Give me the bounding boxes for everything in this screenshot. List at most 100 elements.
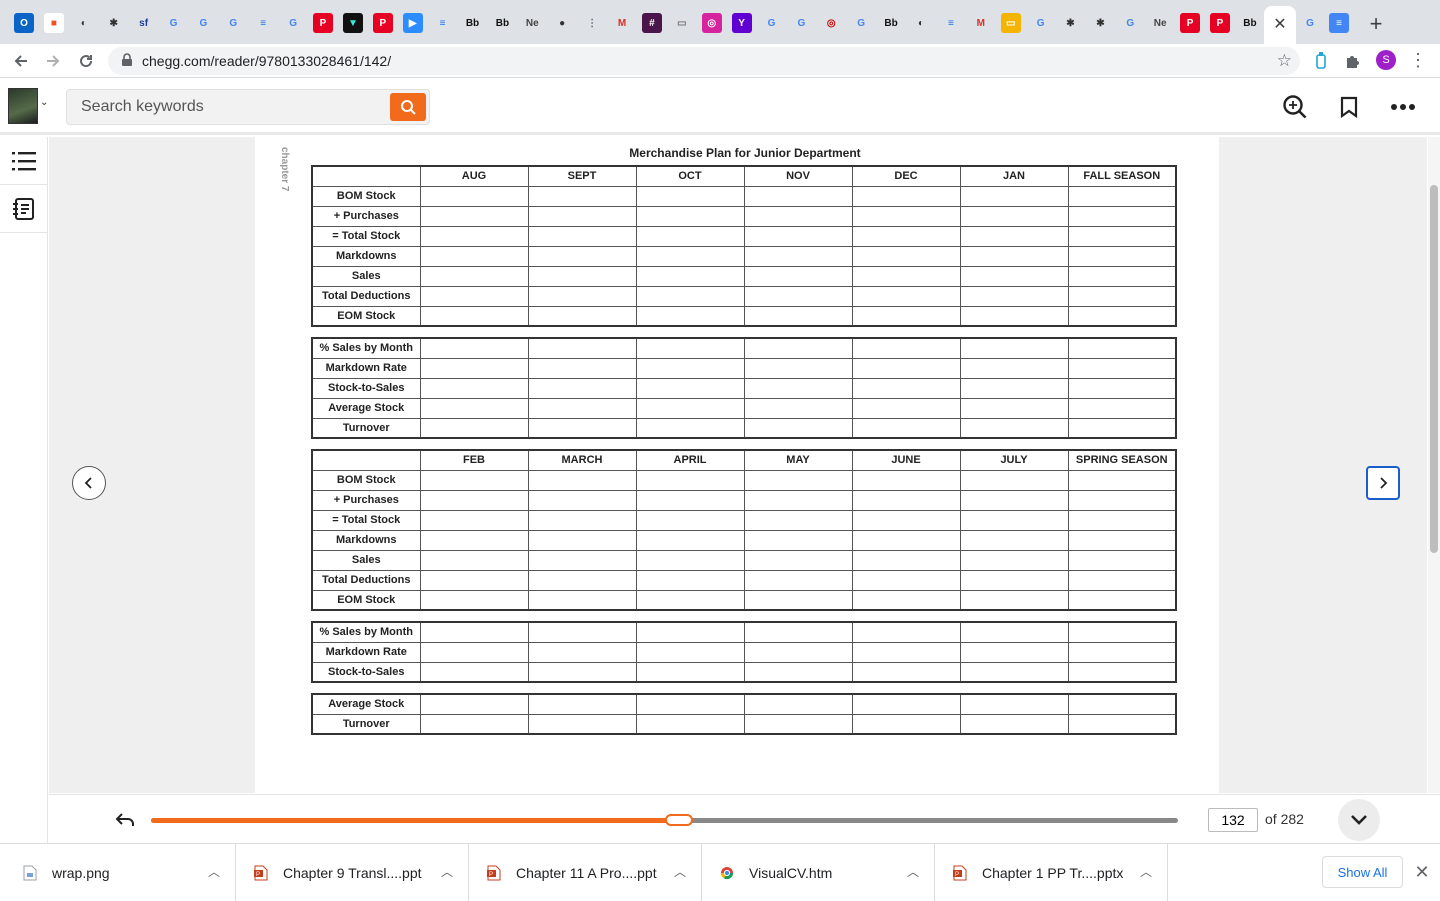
forward-icon[interactable] (40, 48, 66, 74)
figure-icon[interactable]: ✱ (103, 13, 124, 33)
bookmark-icon[interactable]: ▼ (342, 13, 363, 33)
google-icon[interactable]: G (1120, 13, 1141, 33)
google-icon[interactable]: G (283, 13, 304, 33)
microsoft-icon[interactable]: ■ (43, 13, 64, 33)
download-item[interactable]: VisualCV.htm ︿ (703, 844, 935, 901)
bookmark-icon[interactable] (1335, 93, 1363, 121)
page-progress-slider[interactable] (151, 814, 1178, 826)
table-row: BOM Stock (311, 469, 1177, 491)
table-cell (1067, 713, 1177, 735)
google-icon[interactable]: G (791, 13, 812, 33)
page-icon[interactable]: ▭ (671, 13, 692, 33)
download-item[interactable]: P Chapter 11 A Pro....ppt ︿ (470, 844, 702, 901)
table-row: EOM Stock (311, 305, 1177, 327)
table-cell (635, 357, 745, 379)
chevron-up-icon[interactable]: ︿ (906, 864, 920, 879)
bookmark-star-icon[interactable]: ☆ (1277, 51, 1292, 71)
download-item[interactable]: P Chapter 9 Transl....ppt ︿ (237, 844, 469, 901)
table-cell (635, 509, 745, 531)
new-tab-button[interactable]: + (1364, 11, 1388, 36)
notebook-icon[interactable] (0, 185, 48, 233)
bb-icon[interactable]: Bb (492, 13, 513, 33)
globe-icon[interactable]: ◐ (73, 13, 94, 33)
extension-icon[interactable] (1310, 50, 1332, 72)
slack-icon[interactable]: # (641, 13, 662, 33)
google-icon[interactable]: G (163, 13, 184, 33)
sf-icon[interactable]: sf (133, 13, 154, 33)
circle-icon[interactable]: ● (552, 13, 573, 33)
pinterest-icon[interactable]: P (372, 13, 393, 33)
bb-icon[interactable]: Bb (1239, 13, 1260, 33)
figure-icon[interactable]: ✱ (1060, 13, 1081, 33)
vertical-scrollbar[interactable] (1428, 137, 1440, 793)
instagram-icon[interactable]: ◎ (701, 13, 722, 33)
puzzle-icon[interactable] (1342, 50, 1364, 72)
zoom-icon[interactable] (1281, 93, 1309, 121)
filter-icon[interactable]: ≡ (940, 13, 961, 33)
table-of-contents-icon[interactable] (0, 137, 48, 185)
back-icon[interactable] (8, 48, 34, 74)
pinterest-icon[interactable]: P (1180, 13, 1201, 33)
progress-handle[interactable] (665, 814, 694, 826)
table-cell (851, 185, 961, 207)
close-shelf-icon[interactable]: ✕ (1412, 862, 1432, 882)
table-cell (419, 693, 529, 715)
chart-icon[interactable]: ⋮ (582, 13, 603, 33)
ne-icon[interactable]: Ne (1150, 13, 1171, 33)
google-icon[interactable]: G (193, 13, 214, 33)
table-cell (1067, 265, 1177, 287)
filter-icon[interactable]: ≡ (253, 13, 274, 33)
previous-page-button[interactable] (72, 466, 106, 500)
search-input[interactable] (81, 98, 381, 116)
ne-icon[interactable]: Ne (522, 13, 543, 33)
search-box (66, 89, 430, 125)
google-icon[interactable]: G (1300, 13, 1320, 33)
address-bar[interactable]: chegg.com/reader/9780133028461/142/ ☆ (108, 47, 1300, 75)
download-filename: wrap.png (52, 864, 110, 881)
google-icon[interactable]: G (1030, 13, 1051, 33)
table-cell (851, 713, 961, 735)
table-cell (851, 621, 961, 643)
google-icon[interactable]: G (851, 13, 872, 33)
bb-icon[interactable]: Bb (462, 13, 483, 33)
chevron-up-icon[interactable]: ︿ (673, 864, 687, 879)
outlook-icon[interactable]: O (14, 13, 34, 33)
chevron-up-icon[interactable]: ︿ (1139, 864, 1153, 879)
table-cell (1067, 693, 1177, 715)
gmail-icon[interactable]: M (612, 13, 632, 33)
scrollbar-thumb[interactable] (1430, 185, 1438, 553)
go-back-icon[interactable] (113, 808, 137, 832)
reload-icon[interactable] (73, 48, 99, 74)
page-number-input[interactable] (1208, 808, 1258, 832)
show-all-button[interactable]: Show All (1322, 856, 1403, 888)
target-icon[interactable]: ◎ (821, 13, 842, 33)
download-item[interactable]: P Chapter 1 PP Tr....pptx ︿ (936, 844, 1168, 901)
chevron-down-icon[interactable]: ⌄ (40, 97, 48, 108)
slides-icon[interactable]: ▭ (1000, 13, 1021, 33)
more-options-icon[interactable] (1389, 93, 1417, 121)
download-item[interactable]: wrap.png ︿ (14, 844, 236, 901)
zoom-icon[interactable]: ▶ (402, 13, 423, 33)
search-button[interactable] (390, 93, 426, 121)
globe-icon[interactable]: ◐ (911, 13, 931, 33)
bb-icon[interactable]: Bb (881, 13, 902, 33)
gmail-icon[interactable]: M (970, 13, 991, 33)
yahoo-icon[interactable]: Y (731, 13, 752, 33)
close-tab-icon[interactable]: ✕ (1270, 14, 1290, 34)
chrome-menu-icon[interactable]: ⋮ (1409, 48, 1427, 72)
book-cover-thumbnail[interactable] (8, 88, 38, 124)
download-filename: Chapter 1 PP Tr....pptx (982, 864, 1124, 881)
pinterest-icon[interactable]: P (313, 13, 333, 33)
docs-icon[interactable]: ≡ (1329, 13, 1349, 33)
chevron-up-icon[interactable]: ︿ (207, 864, 221, 879)
next-page-button[interactable] (1366, 466, 1400, 500)
google-icon[interactable]: G (223, 13, 244, 33)
table-row: Total Deductions (311, 569, 1177, 591)
profile-avatar[interactable]: S (1376, 50, 1396, 70)
filter-icon[interactable]: ≡ (432, 13, 453, 33)
collapse-button[interactable] (1338, 799, 1380, 841)
figure-icon[interactable]: ✱ (1090, 13, 1111, 33)
google-icon[interactable]: G (761, 13, 782, 33)
pinterest-icon[interactable]: P (1210, 13, 1230, 33)
chevron-up-icon[interactable]: ︿ (440, 864, 454, 879)
